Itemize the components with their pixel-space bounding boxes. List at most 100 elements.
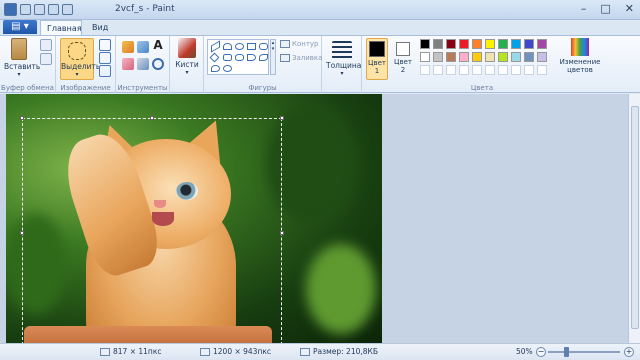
paste-button[interactable]: Вставить ▾	[4, 38, 41, 78]
paste-label: Вставить	[4, 62, 41, 71]
custom-color-slot[interactable]	[420, 65, 430, 75]
line-shape-icon[interactable]	[211, 40, 220, 53]
arrow-shape-icon[interactable]	[247, 54, 256, 61]
scrollbar-thumb[interactable]	[631, 106, 639, 329]
save-icon[interactable]	[20, 4, 31, 15]
shapes-scroll[interactable]: ▴ ▾	[270, 39, 276, 75]
group-clipboard: Вставить ▾ Буфер обмена	[0, 36, 56, 93]
close-button[interactable]: ✕	[625, 2, 634, 15]
undo-icon[interactable]	[34, 4, 45, 15]
color-swatch[interactable]	[485, 39, 495, 49]
select-button[interactable]: Выделить ▾	[60, 38, 100, 80]
color-swatch[interactable]	[537, 52, 547, 62]
color-swatch[interactable]	[511, 52, 521, 62]
fill-button[interactable]: Заливка	[280, 54, 322, 62]
resize-icon[interactable]	[99, 52, 111, 64]
file-size-text: Размер: 210,8КБ	[313, 347, 378, 356]
color-swatch[interactable]	[498, 52, 508, 62]
customize-toolbar-icon[interactable]	[62, 4, 73, 15]
outline-button[interactable]: Контур	[280, 40, 319, 48]
brushes-button[interactable]: Кисти ▾	[174, 38, 200, 76]
edit-colors-button[interactable]: Изменение цветов	[558, 38, 602, 74]
color-swatch[interactable]	[537, 39, 547, 49]
color2-button[interactable]: Цвет 2	[392, 38, 414, 80]
color-picker-icon[interactable]	[137, 58, 149, 70]
custom-color-slot[interactable]	[446, 65, 456, 75]
outline-label: Контур	[292, 40, 319, 48]
eraser-icon[interactable]	[122, 58, 134, 70]
paint-app-icon[interactable]	[4, 3, 17, 16]
color-swatch[interactable]	[511, 39, 521, 49]
title-bar: 2vcf_s - Paint – □ ✕	[0, 0, 640, 20]
magnifier-icon[interactable]	[152, 58, 164, 70]
rounded-rectangle-shape-icon[interactable]	[259, 43, 268, 50]
maximize-button[interactable]: □	[600, 2, 610, 15]
tab-view[interactable]: Вид	[86, 20, 114, 35]
cut-icon[interactable]	[40, 39, 52, 51]
custom-color-slot[interactable]	[459, 65, 469, 75]
selection-handle[interactable]	[20, 231, 24, 235]
brush-icon	[178, 38, 196, 58]
vertical-scrollbar[interactable]	[628, 94, 640, 343]
star-shape-icon[interactable]	[259, 54, 268, 61]
pentagon-shape-icon[interactable]	[223, 54, 232, 61]
fill-icon[interactable]	[137, 41, 149, 53]
selection-handle[interactable]	[280, 116, 284, 120]
oval-shape-icon[interactable]	[235, 43, 244, 50]
color-swatch[interactable]	[433, 39, 443, 49]
group-label-shapes: Фигуры	[248, 84, 277, 92]
custom-color-slot[interactable]	[472, 65, 482, 75]
minimize-button[interactable]: –	[581, 2, 587, 15]
zoom-in-button[interactable]: +	[624, 347, 634, 357]
custom-color-slot[interactable]	[485, 65, 495, 75]
diamond-shape-icon[interactable]	[209, 52, 220, 63]
size-button[interactable]: Толщина ▾	[326, 38, 361, 77]
selection-handle[interactable]	[150, 116, 154, 120]
custom-color-slot[interactable]	[537, 65, 547, 75]
custom-color-slot[interactable]	[511, 65, 521, 75]
custom-color-slot[interactable]	[524, 65, 534, 75]
copy-icon[interactable]	[40, 53, 52, 65]
file-menu-button[interactable]: ▤ ▾	[3, 20, 37, 34]
curve-shape-icon[interactable]	[223, 43, 232, 50]
selection-marquee[interactable]	[20, 116, 284, 343]
redo-icon[interactable]	[48, 4, 59, 15]
callout-shape-icon[interactable]	[211, 65, 220, 72]
color1-button[interactable]: Цвет 1	[366, 38, 388, 80]
text-icon[interactable]: A	[152, 39, 164, 51]
tab-home[interactable]: Главная	[40, 20, 82, 35]
color-swatch[interactable]	[498, 39, 508, 49]
color2-label: Цвет 2	[394, 58, 412, 74]
selection-handle[interactable]	[20, 116, 24, 120]
custom-color-slot[interactable]	[433, 65, 443, 75]
color-swatch[interactable]	[446, 52, 456, 62]
color-swatch[interactable]	[459, 39, 469, 49]
hexagon-shape-icon[interactable]	[235, 54, 244, 61]
color-swatch[interactable]	[524, 52, 534, 62]
canvas-workspace[interactable]	[0, 94, 628, 343]
selection-handle[interactable]	[280, 231, 284, 235]
color-swatch[interactable]	[485, 52, 495, 62]
pencil-icon[interactable]	[122, 41, 134, 53]
zoom-out-button[interactable]: −	[536, 347, 546, 357]
kitten-photo[interactable]	[6, 94, 382, 343]
custom-color-slot[interactable]	[498, 65, 508, 75]
color-swatch[interactable]	[420, 52, 430, 62]
zoom-slider-track[interactable]	[548, 351, 620, 353]
heart-shape-icon[interactable]	[223, 65, 232, 72]
crop-icon[interactable]	[99, 39, 111, 51]
file-size: Размер: 210,8КБ	[300, 347, 378, 356]
color-swatch[interactable]	[446, 39, 456, 49]
color-swatch[interactable]	[524, 39, 534, 49]
color-swatch[interactable]	[433, 52, 443, 62]
rotate-icon[interactable]	[99, 65, 111, 77]
color-swatch[interactable]	[472, 52, 482, 62]
color-swatch[interactable]	[472, 39, 482, 49]
rectangle-shape-icon[interactable]	[247, 43, 256, 50]
group-image: Выделить ▾ Изображение	[56, 36, 116, 93]
shapes-gallery[interactable]	[207, 39, 269, 75]
color-swatch[interactable]	[420, 39, 430, 49]
status-bar: 817 × 11пкс 1200 × 943пкс Размер: 210,8К…	[0, 343, 640, 360]
color-swatch[interactable]	[459, 52, 469, 62]
zoom-slider-thumb[interactable]	[564, 347, 569, 357]
